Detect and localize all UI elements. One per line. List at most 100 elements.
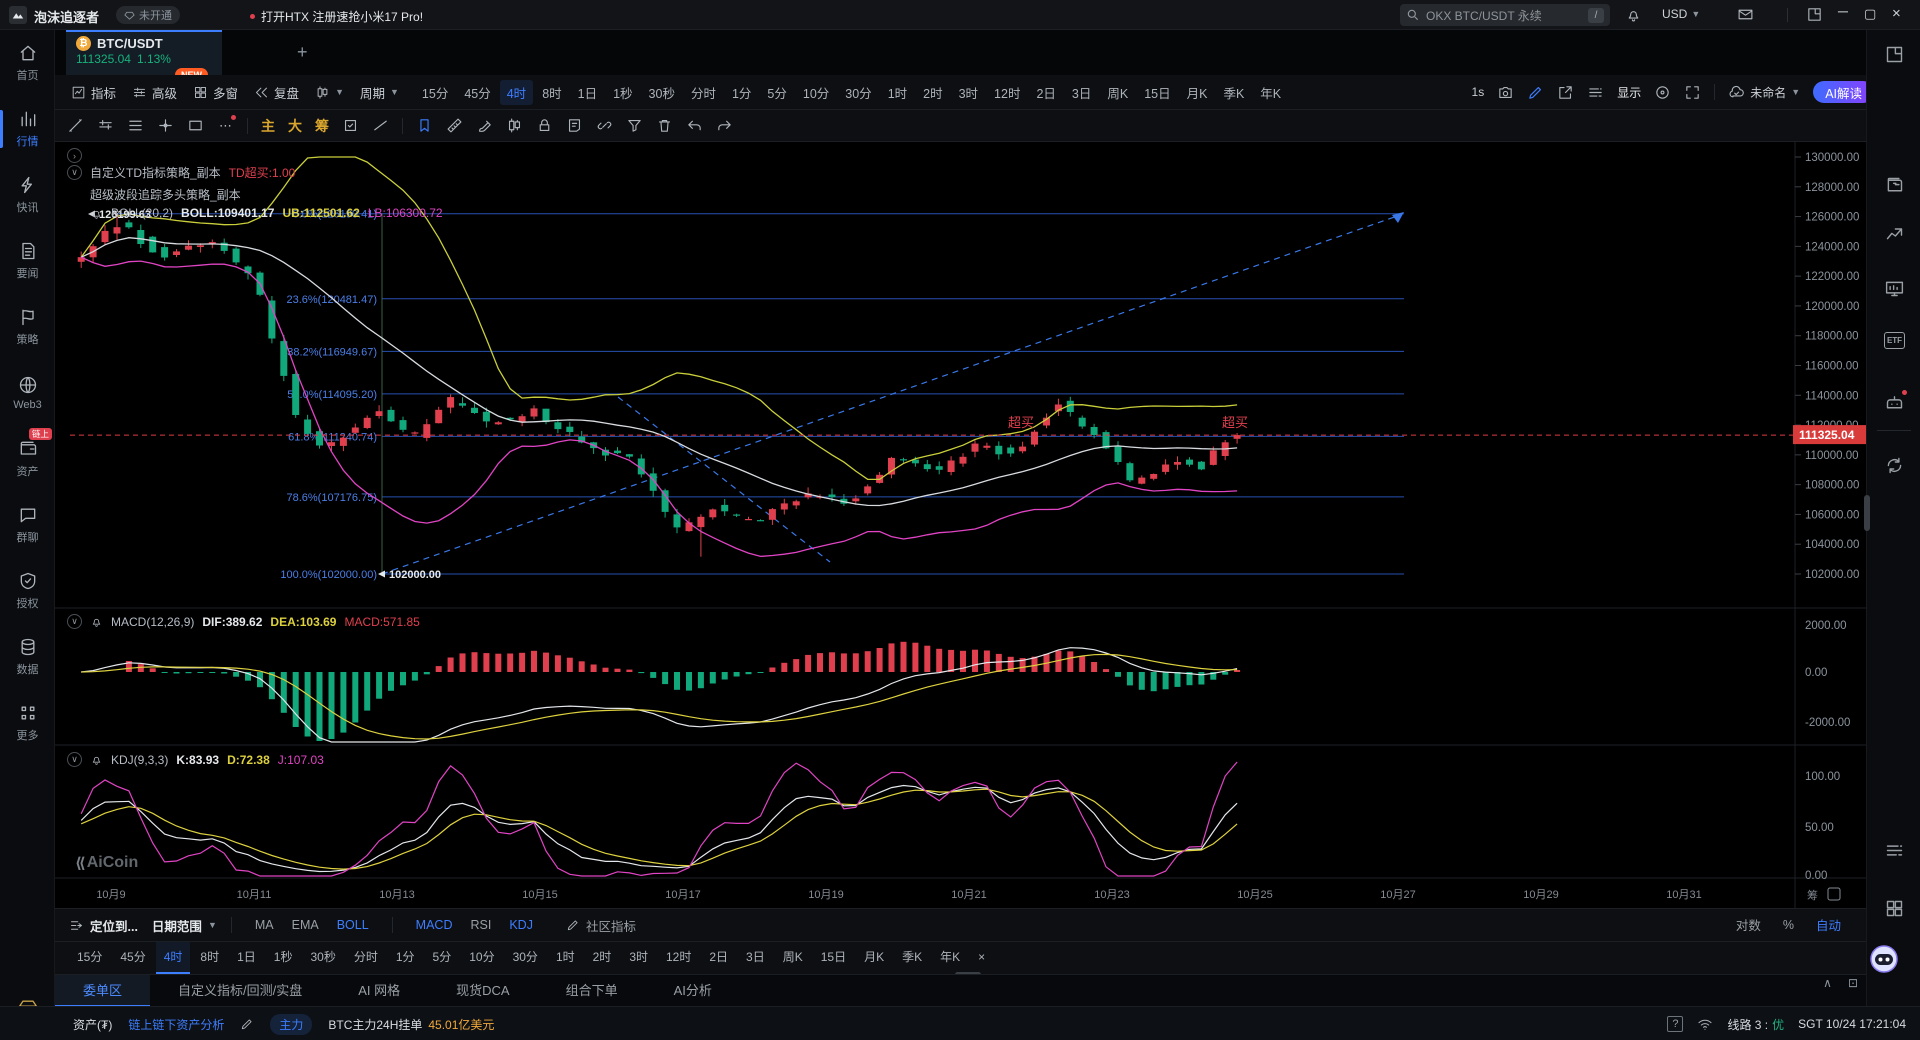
advanced-button[interactable]: 高级 [132, 83, 177, 102]
sidebar-item-快讯[interactable]: 快讯 [0, 162, 55, 228]
lock-tool-icon[interactable] [536, 117, 553, 134]
ai-analysis-button[interactable]: AI解读 [1813, 81, 1874, 103]
option-RSI[interactable]: RSI [461, 918, 500, 932]
bookmark-tool-icon[interactable] [416, 117, 433, 134]
option-4时[interactable]: 4时 [156, 942, 191, 974]
option-自动[interactable]: 自动 [1807, 915, 1850, 934]
option-4时[interactable]: 4时 [500, 80, 533, 105]
redo-icon[interactable] [716, 117, 733, 134]
option-×[interactable]: × [970, 944, 993, 973]
option-1时[interactable]: 1时 [881, 80, 914, 105]
option-2日[interactable]: 2日 [701, 942, 736, 974]
parallel-lines-tool-icon[interactable] [97, 117, 114, 134]
period-selector[interactable]: 周期▼ [360, 83, 399, 102]
option-3日[interactable]: 3日 [738, 942, 773, 974]
option-15日[interactable]: 15日 [1137, 80, 1177, 105]
market-trend-icon[interactable] [1884, 222, 1905, 243]
pattern-tool-icon[interactable] [506, 117, 523, 134]
ai-mascot-icon[interactable] [1869, 944, 1899, 974]
option-10分[interactable]: 10分 [796, 80, 836, 105]
option-30分[interactable]: 30分 [838, 80, 878, 105]
not-activated-badge[interactable]: 未开通 [116, 6, 180, 24]
panels-icon[interactable] [1884, 898, 1905, 919]
option-对数[interactable]: 对数 [1727, 915, 1770, 934]
orderlist-icon[interactable] [1884, 840, 1905, 861]
option-3日[interactable]: 3日 [1065, 80, 1098, 105]
sidebar-collapse-handle[interactable] [1864, 495, 1870, 531]
promo-banner[interactable]: 打开HTX 注册速抢小米17 Pro! [250, 8, 423, 25]
indicator-row-wave[interactable]: 超级波段追踪多头策略_副本 [90, 186, 241, 203]
chips-toggle[interactable]: 筹 [315, 116, 329, 136]
option-自定义指标/回测/实盘[interactable]: 自定义指标/回测/实盘 [150, 975, 330, 1007]
option-15分[interactable]: 15分 [69, 942, 110, 974]
chart-type-selector[interactable]: ▼ [315, 85, 344, 100]
option-AI分析[interactable]: AI分析 [646, 975, 740, 1007]
chevron-down-icon[interactable]: ∨ [67, 614, 82, 629]
option-EMA[interactable]: EMA [283, 918, 328, 932]
brush-tool-icon[interactable] [476, 117, 493, 134]
maximize-button[interactable]: ▢ [1864, 6, 1876, 22]
option-10分[interactable]: 10分 [461, 942, 502, 974]
option-1秒[interactable]: 1秒 [266, 942, 301, 974]
indicator-row-td[interactable]: ∨ 自定义TD指标策略_副本 TD超买:1.00 [67, 164, 295, 181]
minimize-button[interactable]: ─ [1838, 3, 1848, 19]
new-pane-icon[interactable] [1557, 84, 1574, 101]
option-分时[interactable]: 分时 [684, 80, 723, 105]
workspace-icon[interactable] [1884, 44, 1905, 65]
option-30秒[interactable]: 30秒 [642, 80, 682, 105]
fullscreen-icon[interactable] [1684, 84, 1701, 101]
date-range-button[interactable]: 日期范围▼ [152, 916, 217, 935]
option-2时[interactable]: 2时 [585, 942, 620, 974]
indicator-row-kdj[interactable]: ∨ KDJ(9,3,3) K:83.93 D:72.38 J:107.03 [67, 752, 324, 767]
option-3时[interactable]: 3时 [952, 80, 985, 105]
option-15日[interactable]: 15日 [813, 942, 854, 974]
alert-bell-icon[interactable] [90, 753, 103, 766]
option-AI 网格[interactable]: AI 网格 [330, 975, 428, 1007]
option-周K[interactable]: 周K [775, 942, 811, 974]
note-tool-icon[interactable] [566, 117, 583, 134]
rectangle-tool-icon[interactable] [187, 117, 204, 134]
indicator-row-boll[interactable]: BOLL(20,2) BOLL:109401.17 UB:112501.62 L… [90, 206, 443, 220]
option-MACD[interactable]: MACD [407, 918, 462, 932]
option-月K[interactable]: 月K [1180, 80, 1215, 105]
monitor-icon[interactable] [1884, 278, 1905, 299]
community-indicators-button[interactable]: 社区指标 [566, 916, 636, 935]
option-1日[interactable]: 1日 [571, 80, 604, 105]
trendline-tool-icon[interactable] [67, 117, 84, 134]
undo-icon[interactable] [686, 117, 703, 134]
option-1分[interactable]: 1分 [725, 80, 758, 105]
option-组合下单[interactable]: 组合下单 [538, 975, 646, 1007]
sidebar-item-首页[interactable]: 首页 [0, 30, 55, 96]
option-分时[interactable]: 分时 [346, 942, 386, 974]
option-8时[interactable]: 8时 [535, 80, 568, 105]
display-button[interactable]: 显示 [1617, 84, 1641, 101]
option-1时[interactable]: 1时 [548, 942, 583, 974]
option-1分[interactable]: 1分 [388, 942, 423, 974]
bell-icon[interactable] [1625, 6, 1642, 23]
search-input[interactable]: OKX BTC/USDT 永续 / [1400, 4, 1610, 26]
sidebar-item-行情[interactable]: 行情 [0, 96, 55, 162]
price-chart-canvas[interactable]: 0.0%(126190.41)23.6%(120481.47)38.2%(116… [55, 142, 1866, 908]
ai-robot-icon[interactable] [1884, 392, 1905, 413]
alert-bell-icon[interactable] [90, 615, 103, 628]
indicator-row-macd[interactable]: ∨ MACD(12,26,9) DIF:389.62 DEA:103.69 MA… [67, 614, 420, 629]
option-现货DCA[interactable]: 现货DCA [428, 975, 537, 1007]
measure-tool-icon[interactable] [446, 117, 463, 134]
refresh-speed[interactable]: 1s [1472, 85, 1485, 99]
wallet-icon[interactable] [1884, 175, 1905, 196]
collapse-panel-icon[interactable]: ∧ [1823, 976, 1832, 990]
exchange-icon[interactable] [1884, 455, 1905, 476]
chevron-down-icon[interactable]: ∨ [67, 165, 82, 180]
sidebar-item-Web3[interactable]: Web3 [0, 360, 55, 426]
multiwindow-button[interactable]: 多窗 [193, 83, 238, 102]
option-45分[interactable]: 45分 [112, 942, 153, 974]
sidebar-item-资产[interactable]: 资产链上 [0, 426, 55, 492]
sidebar-item-数据[interactable]: 数据 [0, 624, 55, 690]
option-2时[interactable]: 2时 [916, 80, 949, 105]
option-BOLL[interactable]: BOLL [328, 918, 378, 932]
option-5分[interactable]: 5分 [425, 942, 460, 974]
sidebar-item-群聊[interactable]: 群聊 [0, 492, 55, 558]
option-12时[interactable]: 12时 [987, 80, 1027, 105]
annotate-icon[interactable] [1527, 84, 1544, 101]
layout-name-selector[interactable]: 未命名▼ [1728, 84, 1800, 101]
